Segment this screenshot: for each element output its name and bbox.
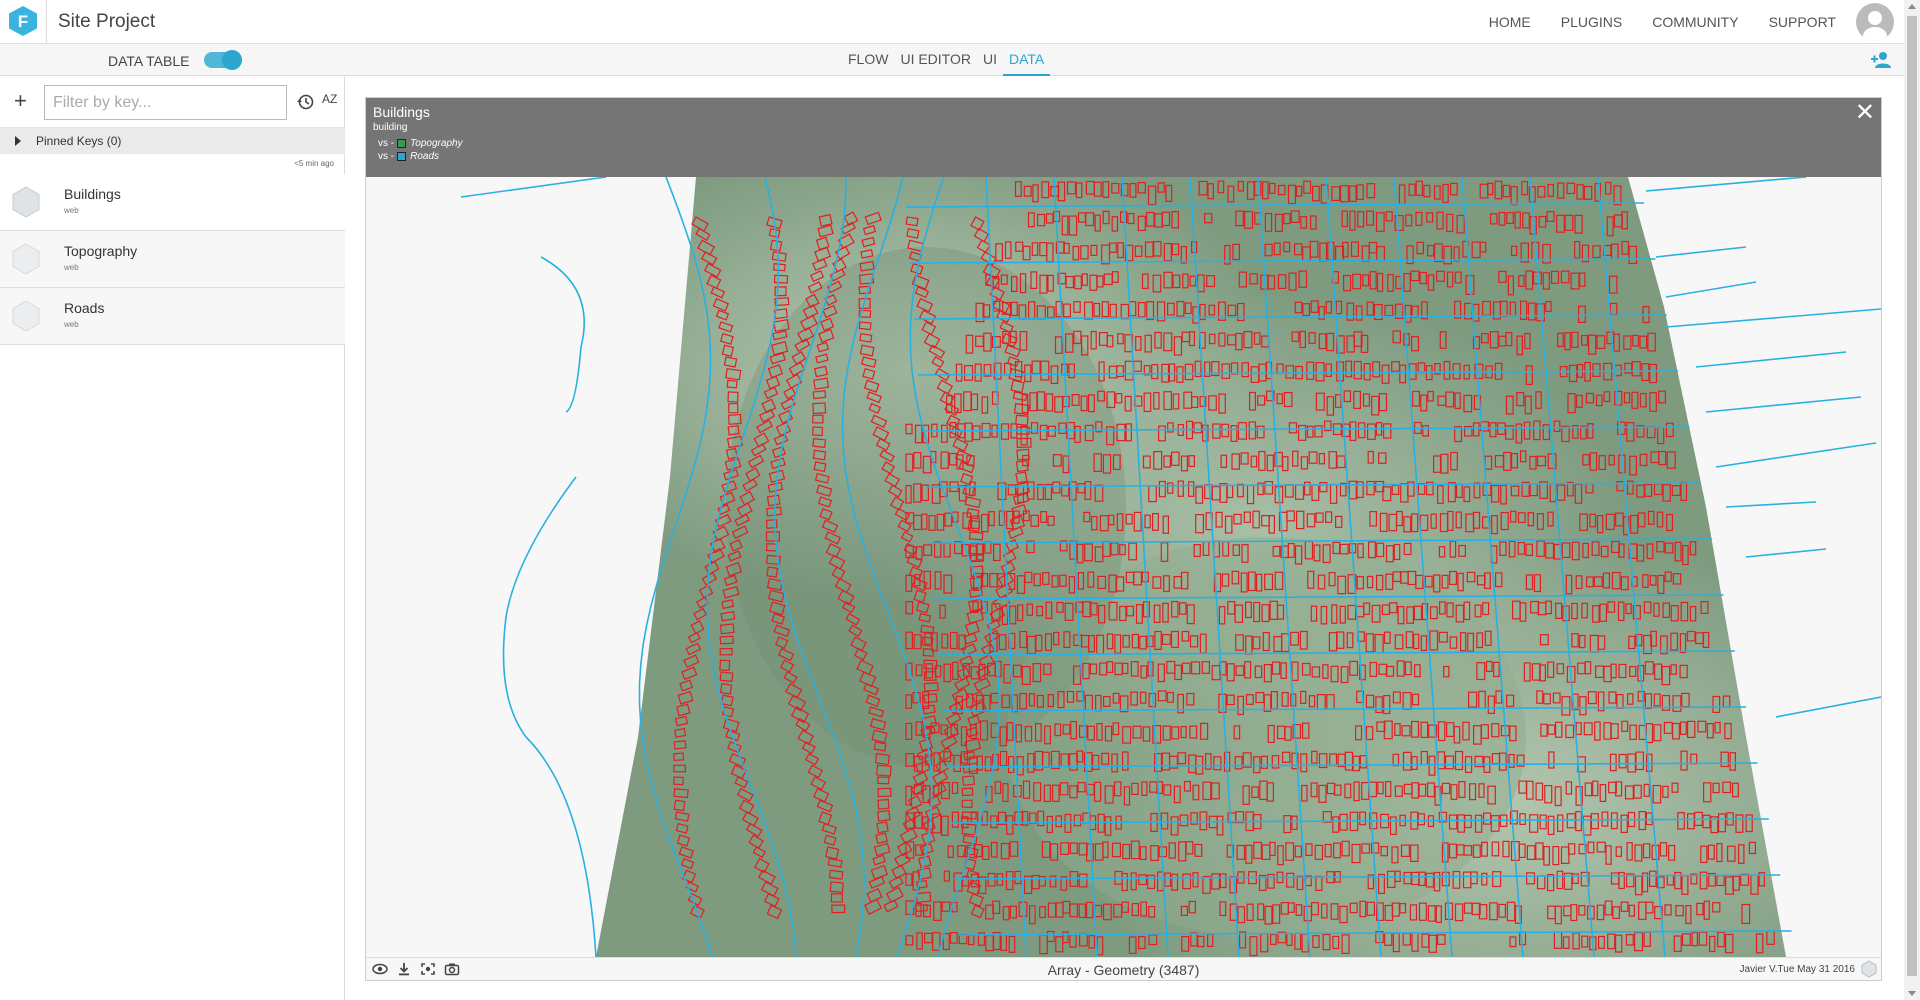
keys-panel: + AZ Pinned Keys (0) <5 min ago Building… bbox=[0, 76, 345, 1000]
viewer-title: Buildings bbox=[373, 104, 430, 120]
expand-triangle-icon bbox=[15, 136, 21, 146]
filter-input[interactable] bbox=[44, 85, 287, 120]
road-line bbox=[1725, 501, 1817, 508]
road-line bbox=[1715, 442, 1877, 468]
legend-label: Topography bbox=[410, 138, 463, 149]
mode-tabs: FLOW UI EDITOR UI DATA bbox=[842, 44, 1051, 76]
user-avatar[interactable] bbox=[1856, 3, 1894, 41]
data-viewer: Buildings building vs - Topography vs - … bbox=[365, 97, 1882, 981]
scroll-up-icon[interactable] bbox=[1908, 4, 1916, 9]
road-line bbox=[502, 476, 577, 738]
key-source: web bbox=[64, 263, 79, 272]
geometry-count: Array - Geometry (3487) bbox=[1047, 962, 1200, 978]
hexagon-icon bbox=[12, 186, 40, 218]
viewer-header: Buildings building vs - Topography vs - … bbox=[366, 98, 1881, 177]
filter-row: + AZ bbox=[0, 76, 345, 128]
pinned-keys-header[interactable]: Pinned Keys (0) bbox=[0, 128, 345, 154]
logo-divider bbox=[46, 0, 47, 44]
tab-ui-editor[interactable]: UI EDITOR bbox=[894, 44, 977, 76]
nav-home[interactable]: HOME bbox=[1489, 14, 1531, 30]
mode-bar: DATA TABLE FLOW UI EDITOR UI DATA bbox=[0, 44, 1904, 76]
key-name: Roads bbox=[64, 300, 105, 316]
nav-plugins[interactable]: PLUGINS bbox=[1561, 14, 1622, 30]
updated-time: <5 min ago bbox=[294, 159, 334, 168]
road-line bbox=[1665, 281, 1757, 298]
legend-roads: vs - Roads bbox=[378, 151, 439, 162]
key-item-topography[interactable]: Topography web bbox=[0, 231, 345, 288]
road-line bbox=[1655, 246, 1747, 258]
road-line bbox=[1695, 351, 1847, 368]
add-user-icon[interactable] bbox=[1870, 50, 1892, 70]
key-source: web bbox=[64, 206, 79, 215]
user-icon bbox=[1863, 11, 1887, 41]
app-logo[interactable]: F bbox=[7, 5, 39, 37]
close-icon[interactable]: ✕ bbox=[1855, 98, 1875, 127]
legend-label: Roads bbox=[410, 151, 440, 162]
road-line bbox=[540, 256, 585, 413]
key-source: web bbox=[64, 320, 79, 329]
nav-support[interactable]: SUPPORT bbox=[1769, 14, 1836, 30]
sort-az-button[interactable]: AZ bbox=[322, 92, 337, 106]
top-nav: HOME PLUGINS COMMUNITY SUPPORT bbox=[1489, 14, 1836, 30]
tab-ui[interactable]: UI bbox=[977, 44, 1003, 76]
hexagon-icon bbox=[12, 300, 40, 332]
nav-community[interactable]: COMMUNITY bbox=[1652, 14, 1738, 30]
data-table-label: DATA TABLE bbox=[108, 53, 190, 69]
tab-flow[interactable]: FLOW bbox=[842, 44, 894, 76]
svg-text:F: F bbox=[18, 12, 28, 31]
add-key-button[interactable]: + bbox=[14, 88, 27, 114]
history-icon[interactable] bbox=[296, 93, 314, 111]
pinned-keys-label: Pinned Keys (0) bbox=[36, 134, 122, 148]
legend-topography: vs - Topography bbox=[378, 138, 463, 149]
tab-data[interactable]: DATA bbox=[1002, 44, 1051, 76]
scroll-thumb[interactable] bbox=[1907, 16, 1917, 976]
legend-prefix: vs - bbox=[378, 151, 395, 162]
road-line bbox=[1745, 548, 1827, 558]
page-scrollbar[interactable] bbox=[1904, 0, 1920, 1000]
legend-swatch bbox=[397, 139, 407, 148]
legend-prefix: vs - bbox=[378, 138, 395, 149]
road-line bbox=[1665, 308, 1881, 328]
legend-swatch bbox=[397, 152, 407, 161]
road-line bbox=[460, 177, 607, 198]
road-line bbox=[1705, 396, 1862, 413]
viewer-footer: Array - Geometry (3487) Javier V.Tue May… bbox=[366, 957, 1881, 980]
top-bar: F Site Project HOME PLUGINS COMMUNITY SU… bbox=[0, 0, 1904, 44]
terrain-surface bbox=[596, 177, 1786, 957]
key-item-buildings[interactable]: Buildings web bbox=[0, 174, 345, 231]
road-line bbox=[1775, 696, 1881, 718]
data-table-toggle[interactable] bbox=[204, 50, 242, 70]
road-line bbox=[525, 736, 597, 957]
geometry-view bbox=[460, 177, 1881, 957]
key-item-roads[interactable]: Roads web bbox=[0, 288, 345, 345]
viewer-subtitle: building bbox=[373, 122, 408, 133]
key-name: Buildings bbox=[64, 186, 121, 202]
hexagon-icon bbox=[12, 243, 40, 275]
road-line bbox=[1645, 177, 1807, 192]
map-canvas[interactable] bbox=[366, 177, 1881, 957]
hexagon-icon bbox=[1861, 960, 1877, 978]
scroll-down-icon[interactable] bbox=[1908, 991, 1916, 996]
app-title: Site Project bbox=[58, 11, 156, 32]
key-name: Topography bbox=[64, 243, 138, 259]
author-date: Javier V.Tue May 31 2016 bbox=[1739, 964, 1855, 975]
